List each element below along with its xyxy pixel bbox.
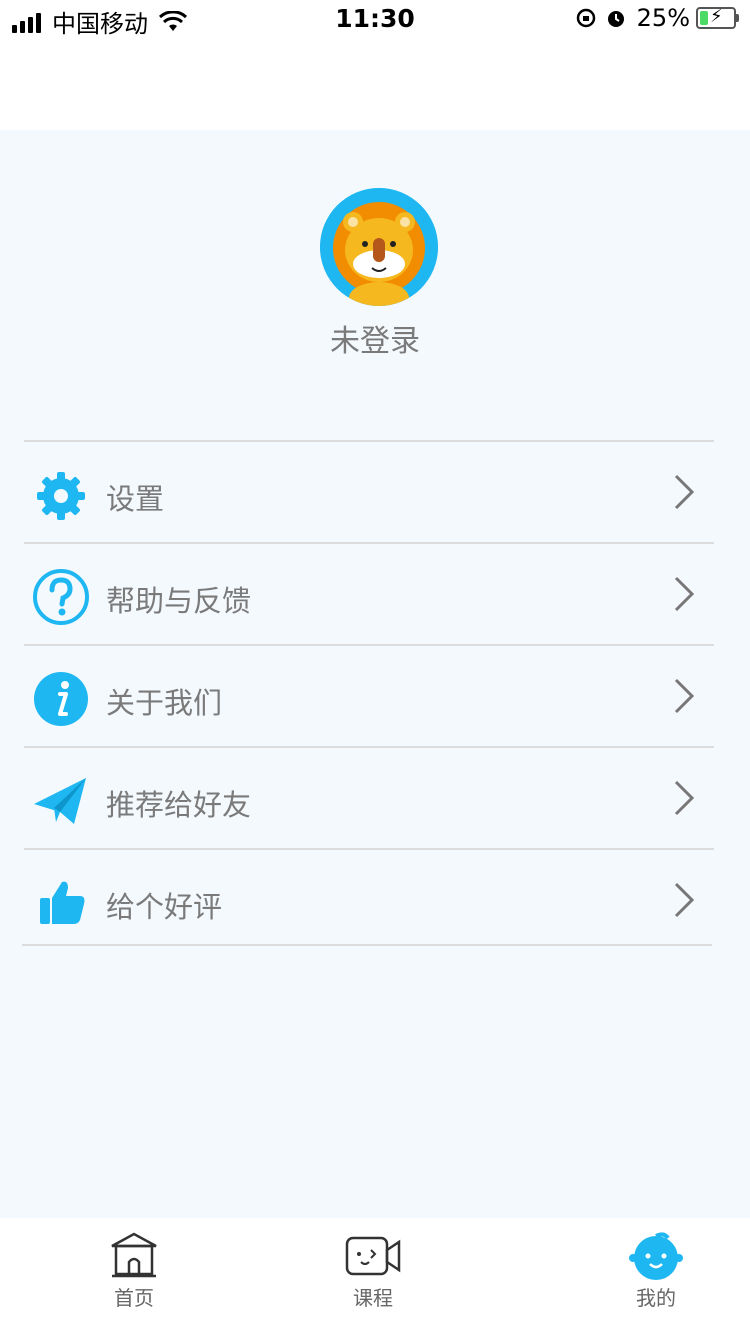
divider xyxy=(24,644,714,646)
divider xyxy=(22,944,712,946)
menu-item-label: 设置 xyxy=(106,482,165,516)
battery-percent: 25% xyxy=(636,4,690,32)
help-icon xyxy=(33,569,89,625)
tab-home[interactable]: 首页 xyxy=(74,1230,194,1311)
menu-item-label: 关于我们 xyxy=(106,686,223,720)
menu-item-rate[interactable]: 给个好评 xyxy=(0,840,750,942)
lion-avatar-icon xyxy=(320,188,438,306)
header-area xyxy=(0,40,750,130)
menu-item-label: 给个好评 xyxy=(106,890,223,924)
menu-item-recommend[interactable]: 推荐给好友 xyxy=(0,738,750,840)
chevron-right-icon xyxy=(674,576,695,612)
profile-section: 未登录 xyxy=(0,130,750,430)
battery-icon: ⚡ xyxy=(696,6,739,29)
divider xyxy=(24,746,714,748)
menu-item-settings[interactable]: 设置 xyxy=(0,432,750,534)
divider xyxy=(24,440,714,442)
avatar[interactable] xyxy=(320,188,438,306)
menu-item-label: 帮助与反馈 xyxy=(106,584,252,618)
paper-plane-icon xyxy=(34,778,86,824)
baby-face-icon xyxy=(629,1232,683,1280)
thumbs-up-icon xyxy=(40,881,85,924)
status-right: 25% ⚡ xyxy=(575,4,739,32)
chevron-right-icon xyxy=(674,882,695,918)
tab-label: 课程 xyxy=(353,1286,393,1310)
chevron-right-icon xyxy=(674,678,695,714)
gear-icon xyxy=(37,472,85,520)
menu-item-about-us[interactable]: 关于我们 xyxy=(0,636,750,738)
chevron-right-icon xyxy=(674,780,695,816)
menu-item-help-feedback[interactable]: 帮助与反馈 xyxy=(0,534,750,636)
home-icon xyxy=(111,1232,157,1278)
menu-item-label: 推荐给好友 xyxy=(106,788,252,822)
video-icon xyxy=(345,1236,401,1276)
rotation-lock-icon xyxy=(576,8,595,28)
alarm-icon xyxy=(607,11,624,27)
divider xyxy=(24,848,714,850)
tab-label: 首页 xyxy=(114,1286,154,1310)
tab-label: 我的 xyxy=(636,1286,676,1310)
status-bar: 中国移动 11:30 25% ⚡ xyxy=(0,0,750,40)
info-icon xyxy=(34,672,88,726)
tab-bar: 首页 课程 我的 xyxy=(0,1218,750,1334)
tab-courses[interactable]: 课程 xyxy=(313,1230,433,1311)
divider xyxy=(24,542,714,544)
battery-fill xyxy=(700,11,708,25)
username-label: 未登录 xyxy=(330,324,420,359)
chevron-right-icon xyxy=(674,474,695,510)
tab-mine[interactable]: 我的 xyxy=(596,1230,716,1311)
